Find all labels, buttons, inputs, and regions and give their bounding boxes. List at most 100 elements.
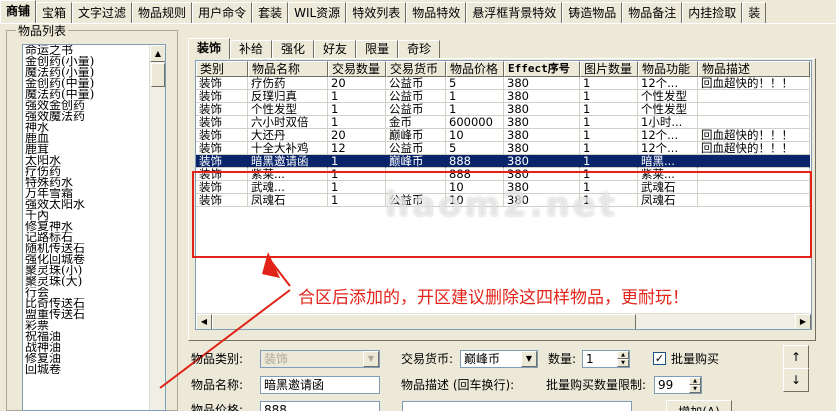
table-row[interactable]: 装饰 十全大补鸡 12 公益币 5 380 1 12个... 回血超快的！！！ [196,142,810,155]
grid-hscrollbar[interactable]: ◀ ▶ [196,313,811,329]
tab-category-0[interactable]: 装饰 [188,38,231,59]
item-list[interactable]: 命运之书 金创药(小量) 魔法药(小量) 金创药(中量) 魔法药(中量) 强效金创药 强效魔… [22,44,166,411]
grid-hscroll-thumb[interactable] [212,314,636,329]
item-list-scrollbar[interactable]: ▲ [149,45,165,410]
list-item[interactable]: 金创药(小量) [25,56,151,67]
list-item[interactable]: 比奇传送石 [25,298,151,309]
description-textarea[interactable] [402,401,632,411]
tab-top-2[interactable]: 文字过滤 [72,2,133,23]
list-item[interactable]: 神水 [25,122,151,133]
column-header[interactable]: 物品描述 [698,61,810,77]
list-item[interactable]: 修复油 [25,353,151,364]
table-row[interactable]: 装饰 紫莱... 1 888 380 1 紫莱... [196,168,810,181]
list-item[interactable]: 魔法药(中量) [25,89,151,100]
spin-up-icon[interactable]: ▲ [689,377,701,385]
add-button[interactable]: 增加(A) [666,400,732,411]
spin-down-icon[interactable]: ▼ [689,385,701,393]
tab-top-8[interactable]: 物品特效 [406,2,467,23]
list-item[interactable]: 行会 [25,287,151,298]
list-item[interactable]: 强效魔法药 [25,111,151,122]
list-item[interactable]: 疗伤药 [25,166,151,177]
currency-select[interactable]: 巅峰币 ▼ [460,350,538,368]
tab-top-9[interactable]: 悬浮框背景特效 [466,2,563,23]
list-item[interactable]: 修复神水 [25,221,151,232]
list-item[interactable]: 万年雪霜 [25,188,151,199]
list-item[interactable]: 盟重传送石 [25,309,151,320]
list-item[interactable]: 魔法药(小量) [25,67,151,78]
list-item[interactable]: 鹿茸 [25,144,151,155]
move-up-button[interactable]: ↑ [783,345,809,369]
table-row[interactable]: 装饰 疗伤药 20 公益币 5 380 1 12个... 回血超快的！！！ [196,77,810,90]
list-item[interactable]: 聚灵珠(小) [25,265,151,276]
tab-top-3[interactable]: 物品规则 [132,2,193,23]
table-cell: 装饰 [196,103,248,116]
column-header[interactable]: 物品名称 [248,61,328,77]
list-item[interactable]: 金创药(中量) [25,78,151,89]
bulk-limit-spin-buttons[interactable]: ▲ ▼ [689,377,701,393]
list-item[interactable]: 强化回城卷 [25,254,151,265]
column-header[interactable]: Effect序号 [504,61,580,77]
list-item[interactable]: 特殊药水 [25,177,151,188]
spin-up-icon[interactable]: ▲ [617,351,629,359]
chevron-down-icon[interactable]: ▼ [521,351,537,367]
column-header[interactable]: 物品价格 [446,61,504,77]
column-header[interactable]: 类别 [196,61,248,77]
list-item[interactable]: 祝福油 [25,331,151,342]
table-row[interactable]: 装饰 六小时双倍 1 金币 600000 380 1 1小时... [196,116,810,129]
tab-category-3[interactable]: 好友 [314,40,357,58]
table-row[interactable]: 装饰 凤魂石 1 公益币 10 380 1 凤魂石 [196,194,810,207]
tab-top-4[interactable]: 用户命令 [192,2,253,23]
tab-category-4[interactable]: 限量 [356,40,399,58]
chevron-down-icon[interactable]: ▼ [363,351,379,367]
bulk-buy-checkbox[interactable]: ✓ [653,352,666,365]
list-item[interactable]: 记路标石 [25,232,151,243]
tab-category-2[interactable]: 强化 [272,40,315,58]
list-item[interactable]: 彩票 [25,320,151,331]
tab-top-12[interactable]: 内挂捡取 [682,2,743,23]
list-item[interactable]: 战神油 [25,342,151,353]
table-row[interactable]: 装饰 个性发型 1 公益币 1 380 1 个性发型 [196,103,810,116]
tab-category-1[interactable]: 补给 [230,40,273,58]
list-item[interactable]: 命运之书 [25,45,151,56]
list-item[interactable]: 强效金创药 [25,100,151,111]
list-item[interactable]: 聚灵珠(大) [25,276,151,287]
list-item[interactable]: 鹿血 [25,133,151,144]
tab-top-7[interactable]: 特效列表 [346,2,407,23]
tab-top-10[interactable]: 铸造物品 [562,2,623,23]
scroll-right-arrow-icon[interactable]: ▶ [795,314,811,329]
list-item[interactable]: 回城卷 [25,364,151,375]
table-row[interactable]: 装饰 反璞归真 1 公益币 1 380 1 个性发型 [196,90,810,103]
column-header[interactable]: 图片数量 [580,61,638,77]
tab-top-5[interactable]: 套装 [252,2,289,23]
table-row[interactable]: 装饰 武魂... 1 10 380 1 武魂石 [196,181,810,194]
category-select[interactable]: 装饰 ▼ [260,350,380,368]
bulk-limit-value: 99 [658,378,674,392]
table-cell: 1 [328,155,386,168]
tab-top-0[interactable]: 商铺 [0,0,37,23]
name-input[interactable]: 暗黑邀请函 [260,376,380,394]
tab-top-11[interactable]: 物品备注 [622,2,683,23]
scroll-left-arrow-icon[interactable]: ◀ [196,314,212,329]
tab-top-1[interactable]: 宝箱 [36,2,73,23]
quantity-stepper[interactable]: 1 ▲ ▼ [582,350,630,368]
column-header[interactable]: 物品功能 [638,61,698,77]
table-row[interactable]: 装饰 大还丹 20 巅峰币 10 380 1 12个... 回血超快的！！！ [196,129,810,142]
column-header[interactable]: 交易货币 [386,61,446,77]
list-item[interactable]: 千內 [25,210,151,221]
scroll-up-arrow-icon[interactable]: ▲ [150,45,165,62]
table-row[interactable]: 装饰 暗黑邀请函 1 巅峰币 888 380 1 暗黑... [196,155,810,168]
list-item[interactable]: 随机传送石 [25,243,151,254]
tab-top-13[interactable]: 装 [742,2,767,23]
quantity-spin-buttons[interactable]: ▲ ▼ [617,351,629,367]
price-input[interactable]: 888 [260,401,380,411]
list-item[interactable]: 太阳水 [25,155,151,166]
spin-down-icon[interactable]: ▼ [617,359,629,367]
tab-top-6[interactable]: WIL资源 [288,2,347,23]
bulk-limit-stepper[interactable]: 99 ▲ ▼ [654,376,702,394]
column-header[interactable]: 交易数量 [328,61,386,77]
move-down-button[interactable]: ↓ [783,368,809,392]
scroll-thumb[interactable] [151,63,165,87]
tab-category-5[interactable]: 奇珍 [398,40,441,58]
list-item[interactable]: 强效太阳水 [25,199,151,210]
table-cell: 武魂石 [638,181,698,194]
